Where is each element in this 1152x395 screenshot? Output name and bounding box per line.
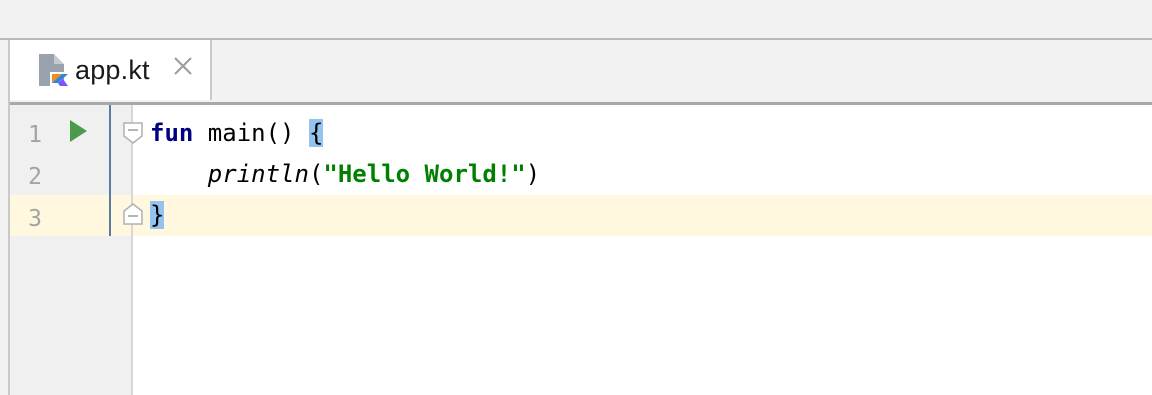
- line-number: 3: [28, 206, 42, 232]
- tab-app-kt[interactable]: app.kt: [10, 40, 212, 100]
- code-line-1: fun main() {: [150, 119, 324, 147]
- open-paren: (: [308, 160, 324, 188]
- close-icon[interactable]: [170, 53, 196, 79]
- string-literal: "Hello World!": [323, 160, 526, 188]
- line-number: 2: [28, 164, 42, 190]
- kotlin-file-icon: [39, 54, 70, 86]
- open-brace: {: [308, 119, 324, 147]
- code-editor[interactable]: 1 2 3 fun main() { println("Hello World!…: [10, 105, 1152, 395]
- close-paren: ): [525, 160, 541, 188]
- run-icon[interactable]: [68, 119, 88, 143]
- fold-end-icon[interactable]: [123, 203, 143, 225]
- function-call-println: println: [207, 160, 309, 188]
- close-brace: }: [150, 201, 165, 229]
- current-line-highlight: [10, 195, 1152, 236]
- line-number: 1: [28, 122, 42, 148]
- tab-filename: app.kt: [75, 55, 150, 85]
- code-line-3: }: [150, 201, 165, 229]
- code-line-2: println("Hello World!"): [150, 160, 540, 188]
- function-signature: main(): [193, 119, 309, 147]
- gutter: 1 2 3: [10, 105, 133, 395]
- gutter-change-marker: [109, 105, 111, 236]
- keyword-fun: fun: [150, 119, 194, 147]
- fold-start-icon[interactable]: [123, 122, 143, 144]
